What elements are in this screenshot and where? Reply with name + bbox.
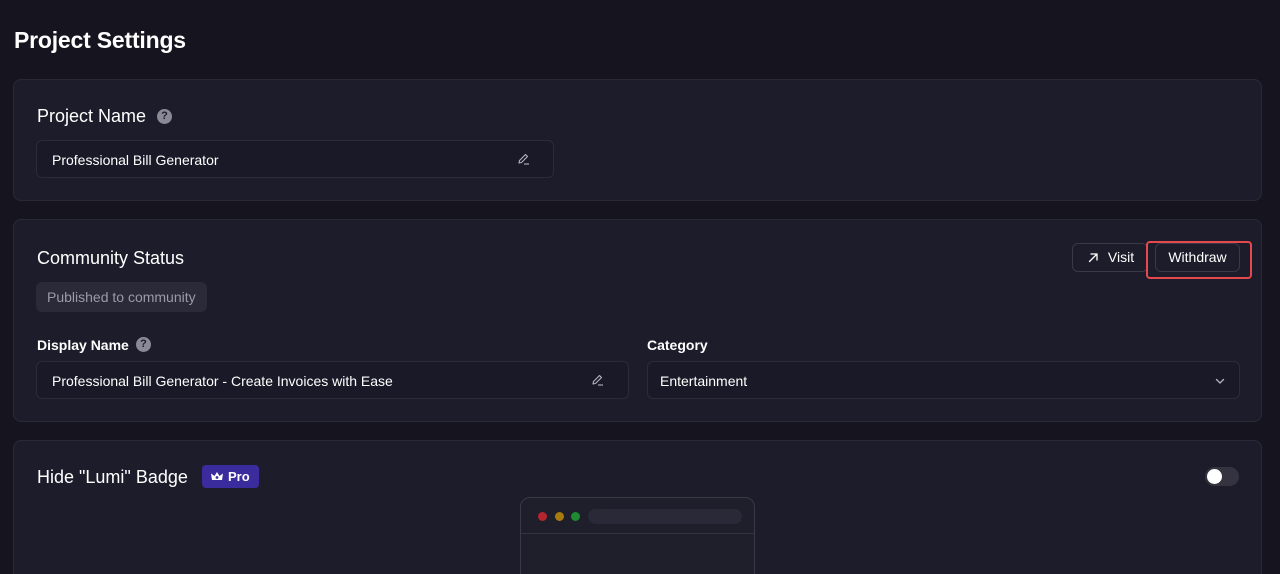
browser-preview <box>520 497 755 574</box>
help-icon[interactable]: ? <box>136 337 151 352</box>
project-name-title: Project Name <box>37 106 147 126</box>
browser-url-bar <box>588 509 742 524</box>
arrow-up-right-icon <box>1088 253 1098 263</box>
pencil-icon[interactable] <box>591 373 605 387</box>
display-name-value: Professional Bill Generator - Create Inv… <box>52 373 393 389</box>
category-label: Category <box>647 337 708 353</box>
visit-button[interactable]: Visit <box>1072 243 1148 272</box>
pencil-icon[interactable] <box>517 152 531 166</box>
project-name-value: Professional Bill Generator <box>52 152 219 168</box>
community-status-title: Community Status <box>37 248 185 268</box>
visit-label: Visit <box>1107 249 1135 265</box>
project-name-card: Project Name ? Professional Bill Generat… <box>13 79 1262 201</box>
category-value: Entertainment <box>660 373 748 389</box>
help-icon[interactable]: ? <box>157 109 172 124</box>
category-select[interactable]: Entertainment <box>647 361 1240 399</box>
toggle-knob <box>1207 469 1222 484</box>
page-title: Project Settings <box>14 27 186 53</box>
maximize-dot-icon <box>571 512 580 521</box>
hide-badge-toggle[interactable] <box>1205 467 1239 486</box>
hide-badge-card: Hide "Lumi" Badge Pro <box>13 440 1262 574</box>
browser-title-bar <box>521 498 754 534</box>
withdraw-button[interactable]: Withdraw <box>1155 243 1240 272</box>
display-name-label: Display Name <box>37 337 129 353</box>
chevron-down-icon <box>1215 378 1225 384</box>
project-name-field[interactable]: Professional Bill Generator <box>36 140 554 178</box>
status-badge: Published to community <box>36 282 207 312</box>
pro-label: Pro <box>228 469 250 484</box>
close-dot-icon <box>538 512 547 521</box>
display-name-field[interactable]: Professional Bill Generator - Create Inv… <box>36 361 629 399</box>
crown-icon <box>211 472 223 480</box>
hide-badge-title: Hide "Lumi" Badge <box>37 467 188 487</box>
minimize-dot-icon <box>555 512 564 521</box>
community-status-card: Community Status Published to community … <box>13 219 1262 422</box>
pro-badge: Pro <box>202 465 259 488</box>
